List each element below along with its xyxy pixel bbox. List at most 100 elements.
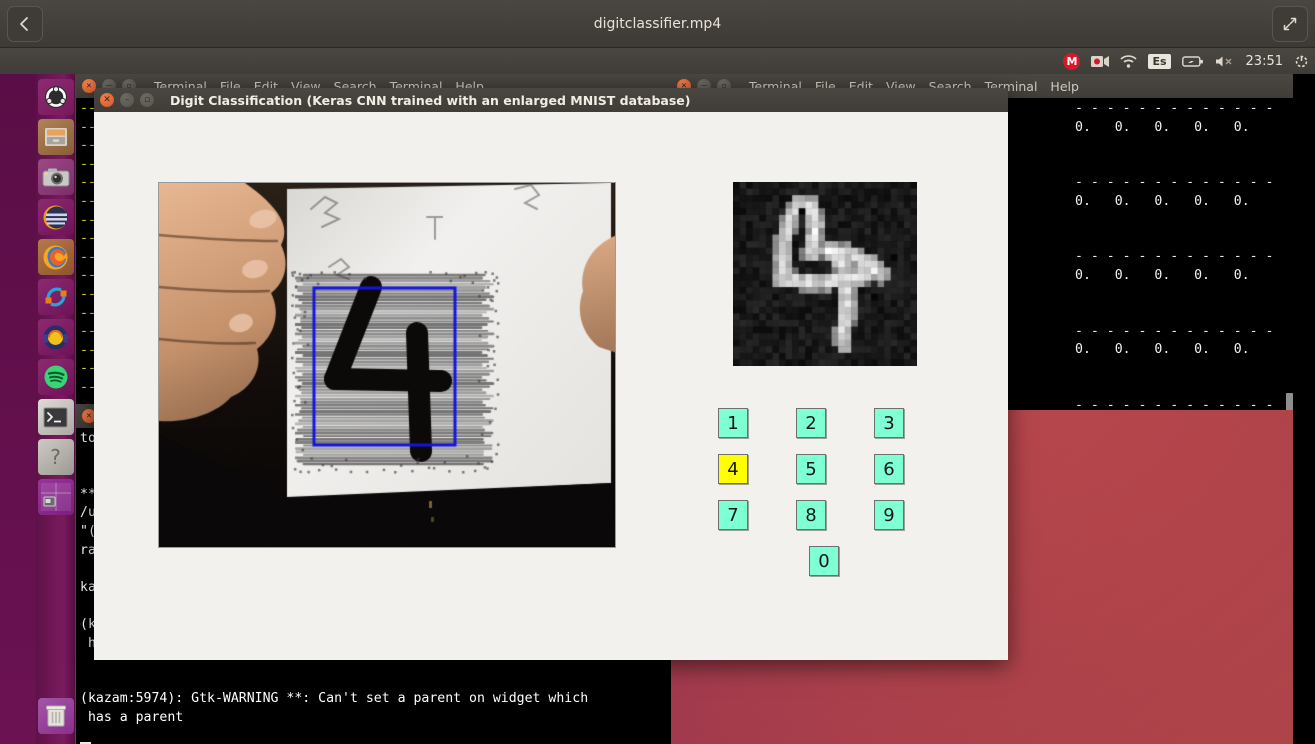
battery-icon xyxy=(1181,55,1203,67)
launcher-item-audio[interactable] xyxy=(37,319,74,355)
power-gear-icon xyxy=(1295,55,1308,67)
keypad-row: 1 2 3 xyxy=(694,408,954,454)
firefox-icon xyxy=(43,245,68,269)
digit-button-8[interactable]: 8 xyxy=(796,500,826,530)
screen-recorder-indicator[interactable] xyxy=(1091,55,1110,68)
wifi-indicator[interactable] xyxy=(1120,54,1138,68)
digit-button-4[interactable]: 4 xyxy=(718,454,748,484)
digit-button-9[interactable]: 9 xyxy=(874,500,904,530)
digit-button-2[interactable]: 2 xyxy=(796,408,826,438)
maximize-button[interactable]: ▫ xyxy=(140,93,154,107)
terminal-line: (kazam:5974): Gtk-WARNING **: Can't set … xyxy=(80,691,589,707)
mega-indicator[interactable]: M xyxy=(1063,52,1081,70)
menu-item-help[interactable]: Help xyxy=(1050,79,1079,94)
minimize-button[interactable]: – xyxy=(120,93,134,107)
terminal-separator-line: - - - - - - - - - - - - - xyxy=(1075,101,1274,116)
battery-indicator[interactable] xyxy=(1181,55,1204,68)
camera-preview xyxy=(158,182,616,548)
launcher-item-sync[interactable] xyxy=(37,279,74,315)
digit-button-3[interactable]: 3 xyxy=(874,408,904,438)
digit-button-7[interactable]: 7 xyxy=(718,500,748,530)
digit-preview-canvas xyxy=(733,182,917,366)
keypad-cell: 5 xyxy=(772,454,850,500)
app-titlebar[interactable]: ✕ – ▫ Digit Classification (Keras CNN tr… xyxy=(94,88,1008,112)
launcher-item-terminal[interactable] xyxy=(37,399,74,435)
screenshot-root: digitclassifier.mp4 M Es 23:51 ? ✕ – ▫ T… xyxy=(0,0,1315,744)
terminal-value-row: 0. 0. 0. 0. 0. xyxy=(1075,193,1250,209)
media-player-icon xyxy=(43,205,68,229)
digit-button-5[interactable]: 5 xyxy=(796,454,826,484)
minimize-icon: – xyxy=(124,95,130,105)
keypad-cell: 3 xyxy=(850,408,928,454)
digit-button-1[interactable]: 1 xyxy=(718,408,748,438)
unity-top-panel: M Es 23:51 xyxy=(0,48,1315,74)
trash-icon xyxy=(46,705,66,727)
workspace-switcher-icon xyxy=(40,483,71,511)
launcher-item-media-player[interactable] xyxy=(37,199,74,235)
launcher-item-trash[interactable] xyxy=(38,698,74,734)
launcher-item-camera[interactable] xyxy=(37,159,74,195)
launcher-item-help[interactable]: ? xyxy=(37,439,74,475)
keyboard-layout-indicator[interactable]: Es xyxy=(1148,53,1171,69)
video-title: digitclassifier.mp4 xyxy=(593,16,722,32)
launcher-edge xyxy=(0,74,36,744)
keypad-cell: 0 xyxy=(785,546,863,592)
keypad-cell: 4 xyxy=(694,454,772,500)
terminal-separator-line: - - - - - - - - - - - - - xyxy=(1075,397,1274,410)
keypad-cell: 6 xyxy=(850,454,928,500)
launcher-item-firefox[interactable] xyxy=(37,239,74,275)
launcher-item-spotify[interactable] xyxy=(37,359,74,395)
desktop: ? ✕ – ▫ Terminal File Edit View Search T… xyxy=(0,74,1315,744)
terminal-line: has a parent xyxy=(80,709,184,725)
terminal-value-row: 0. 0. 0. 0. 0. xyxy=(1075,119,1250,135)
sync-icon xyxy=(45,287,66,307)
wifi-icon xyxy=(1120,54,1138,68)
help-question-icon: ? xyxy=(50,445,61,469)
keyboard-layout-label: Es xyxy=(1148,53,1171,69)
terminal-icon xyxy=(43,407,68,427)
mega-icon: M xyxy=(1063,52,1081,70)
fullscreen-button[interactable] xyxy=(1272,6,1308,42)
preprocessed-digit-preview xyxy=(733,182,917,366)
session-menu[interactable] xyxy=(1294,54,1309,69)
scrollbar-thumb[interactable] xyxy=(1286,393,1293,410)
digit-classification-window[interactable]: ✕ – ▫ Digit Classification (Keras CNN tr… xyxy=(94,88,1008,660)
launcher-item-files[interactable] xyxy=(37,119,74,155)
launcher-item-workspace-switcher[interactable] xyxy=(37,479,74,515)
terminal-value-row: 0. 0. 0. 0. 0. xyxy=(1075,267,1250,283)
app-window-title: Digit Classification (Keras CNN trained … xyxy=(170,92,691,108)
keypad-row: 4 5 6 xyxy=(694,454,954,500)
digit-button-6[interactable]: 6 xyxy=(874,454,904,484)
video-player-bar: digitclassifier.mp4 xyxy=(0,0,1315,48)
keypad-cell: 7 xyxy=(694,500,772,546)
close-button[interactable]: ✕ xyxy=(100,93,114,107)
terminal-separator-line: - - - - - - - - - - - - - xyxy=(1075,323,1274,339)
launcher-item-dash[interactable] xyxy=(37,79,74,115)
keypad-row: 0 xyxy=(694,546,954,592)
terminal-right-scrollbar[interactable] xyxy=(1285,98,1293,410)
digit-button-0[interactable]: 0 xyxy=(809,546,839,576)
unity-launcher: ? xyxy=(36,74,76,744)
app-content: 1 2 3 4 5 6 7 8 9 0 xyxy=(94,112,1008,660)
desktop-right-black-bar xyxy=(1293,74,1315,744)
terminal-separator-line: - - - - - - - - - - - - - xyxy=(1075,175,1274,191)
headphones-audio-icon xyxy=(43,325,68,349)
clock[interactable]: 23:51 xyxy=(1246,54,1283,69)
volume-muted-indicator[interactable] xyxy=(1215,55,1235,68)
keypad-cell: 1 xyxy=(694,408,772,454)
files-folder-icon xyxy=(44,128,67,146)
prediction-keypad: 1 2 3 4 5 6 7 8 9 0 xyxy=(694,408,954,592)
terminal-value-row: 0. 0. 0. 0. 0. xyxy=(1075,342,1250,358)
keypad-cell: 9 xyxy=(850,500,928,546)
terminal-separator-line: - - - - - - - - - - - - - xyxy=(1075,249,1274,265)
record-camera-icon xyxy=(1091,55,1110,67)
keypad-cell: 8 xyxy=(772,500,850,546)
keypad-cell: 2 xyxy=(772,408,850,454)
keypad-row: 7 8 9 xyxy=(694,500,954,546)
ubuntu-dash-icon xyxy=(44,86,67,108)
